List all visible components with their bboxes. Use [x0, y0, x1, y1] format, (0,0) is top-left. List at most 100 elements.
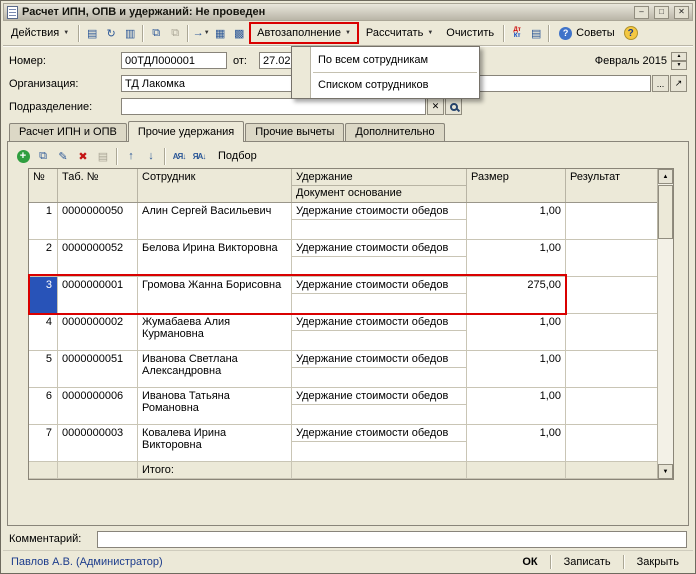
number-input[interactable] — [121, 52, 227, 69]
organization-choose-button[interactable]: ... — [652, 75, 669, 92]
cell-deduction[interactable]: Удержание стоимости обедов — [292, 277, 467, 313]
scroll-down-icon[interactable]: ▼ — [658, 464, 673, 479]
grid-icon[interactable]: ▦ — [211, 25, 229, 42]
calculate-button[interactable]: Рассчитать ▼ — [360, 24, 439, 42]
tab-other-allowances[interactable]: Прочие вычеты — [245, 123, 344, 141]
organization-open-button[interactable]: ↗ — [670, 75, 687, 92]
cell-size[interactable]: 1,00 — [467, 351, 566, 387]
cell-result[interactable] — [566, 277, 657, 313]
deduction-value[interactable]: Удержание стоимости обедов — [292, 240, 466, 257]
deduction-value[interactable]: Удержание стоимости обедов — [292, 351, 466, 368]
tab-ipn-opv[interactable]: Расчет ИПН и ОПВ — [9, 123, 127, 141]
cell-num[interactable]: 4 — [29, 314, 58, 350]
table-row[interactable]: 1 0000000050 Алин Сергей Васильевич Удер… — [29, 203, 673, 240]
save-button[interactable]: Записать — [554, 554, 621, 570]
close-button[interactable]: ✕ — [674, 6, 689, 19]
cell-size[interactable]: 1,00 — [467, 314, 566, 350]
cell-tab-number[interactable]: 0000000003 — [58, 425, 138, 461]
scrollbar-thumb[interactable] — [658, 185, 673, 239]
table-row[interactable]: 2 0000000052 Белова Ирина Викторовна Уде… — [29, 240, 673, 277]
autofill-button[interactable]: Автозаполнение ▼ — [251, 24, 357, 42]
deduction-value[interactable]: Удержание стоимости обедов — [292, 277, 466, 294]
sort-ascending-icon[interactable]: АЯ↓ — [170, 148, 188, 165]
clear-button[interactable]: Очистить — [440, 24, 500, 42]
table-row-selected[interactable]: 3 0000000001 Громова Жанна Борисовна Уде… — [29, 277, 673, 314]
cell-result[interactable] — [566, 203, 657, 239]
cell-num[interactable]: 5 — [29, 351, 58, 387]
cell-size[interactable]: 1,00 — [467, 240, 566, 276]
cell-tab-number[interactable]: 0000000002 — [58, 314, 138, 350]
header-result[interactable]: Результат — [566, 169, 657, 202]
cell-employee[interactable]: Белова Ирина Викторовна — [138, 240, 292, 276]
cell-employee[interactable]: Громова Жанна Борисовна — [138, 277, 292, 313]
header-deduction-top[interactable]: Удержание — [292, 169, 466, 186]
cell-deduction[interactable]: Удержание стоимости обедов — [292, 425, 467, 461]
document-base-value[interactable] — [292, 331, 466, 350]
cell-size[interactable]: 1,00 — [467, 203, 566, 239]
cell-result[interactable] — [566, 351, 657, 387]
cell-num[interactable]: 3 — [29, 277, 58, 313]
edit-row-icon[interactable]: ✎ — [54, 148, 72, 165]
cell-result[interactable] — [566, 240, 657, 276]
cell-deduction[interactable]: Удержание стоимости обедов — [292, 240, 467, 276]
spin-down-icon[interactable]: ▼ — [671, 61, 687, 70]
department-clear-button[interactable]: ✕ — [427, 98, 444, 115]
pick-button[interactable]: Подбор — [210, 147, 265, 165]
table-row[interactable]: 4 0000000002 Жумабаева Алия Курмановна У… — [29, 314, 673, 351]
table-row[interactable]: 5 0000000051 Иванова Светлана Александро… — [29, 351, 673, 388]
header-employee[interactable]: Сотрудник — [138, 169, 292, 202]
maximize-button[interactable]: □ — [654, 6, 669, 19]
cell-size[interactable]: 275,00 — [467, 277, 566, 313]
vertical-scrollbar[interactable]: ▲ ▼ — [657, 169, 673, 479]
minimize-button[interactable]: – — [634, 6, 649, 19]
table-row[interactable]: 6 0000000006 Иванова Татьяна Романовна У… — [29, 388, 673, 425]
cell-result[interactable] — [566, 314, 657, 350]
cell-num[interactable]: 6 — [29, 388, 58, 424]
document-base-value[interactable] — [292, 405, 466, 424]
scroll-up-icon[interactable]: ▲ — [658, 169, 673, 184]
deduction-value[interactable]: Удержание стоимости обедов — [292, 425, 466, 442]
actions-button[interactable]: Действия ▼ — [5, 24, 75, 42]
cell-tab-number[interactable]: 0000000051 — [58, 351, 138, 387]
cell-tab-number[interactable]: 0000000006 — [58, 388, 138, 424]
cell-result[interactable] — [566, 425, 657, 461]
reread-icon[interactable]: ▥ — [121, 25, 139, 42]
cell-result[interactable] — [566, 388, 657, 424]
refresh-icon[interactable]: ↻ — [102, 25, 120, 42]
header-deduction[interactable]: Удержание Документ основание — [292, 169, 467, 202]
copy-icon[interactable]: ⧉ — [147, 25, 165, 42]
go-icon[interactable]: →▼ — [192, 25, 210, 42]
open-list-icon[interactable]: ▤ — [83, 25, 101, 42]
sort-descending-icon[interactable]: ЯА↓ — [190, 148, 208, 165]
cell-employee[interactable]: Ковалева Ирина Викторовна — [138, 425, 292, 461]
cell-num[interactable]: 2 — [29, 240, 58, 276]
spin-up-icon[interactable]: ▲ — [671, 52, 687, 61]
header-tab-number[interactable]: Таб. № — [58, 169, 138, 202]
menu-item-all-employees[interactable]: По всем сотрудникам — [293, 48, 478, 72]
cell-size[interactable]: 1,00 — [467, 388, 566, 424]
document-base-value[interactable] — [292, 220, 466, 239]
cell-tab-number[interactable]: 0000000001 — [58, 277, 138, 313]
document-base-value[interactable] — [292, 368, 466, 387]
journal-icon[interactable]: ▤ — [527, 25, 545, 42]
department-find-button[interactable] — [445, 98, 462, 115]
cell-size[interactable]: 1,00 — [467, 425, 566, 461]
title-bar[interactable]: Расчет ИПН, ОПВ и удержаний: Не проведен… — [3, 3, 693, 21]
department-input[interactable] — [121, 98, 426, 115]
document-base-value[interactable] — [292, 257, 466, 276]
cell-deduction[interactable]: Удержание стоимости обедов — [292, 203, 467, 239]
cell-employee[interactable]: Алин Сергей Васильевич — [138, 203, 292, 239]
dtkt-icon[interactable]: ДтКт — [508, 25, 526, 42]
header-num[interactable]: № — [29, 169, 58, 202]
cell-num[interactable]: 1 — [29, 203, 58, 239]
document-base-value[interactable] — [292, 442, 466, 461]
add-row-icon[interactable]: + — [14, 148, 32, 165]
cell-num[interactable]: 7 — [29, 425, 58, 461]
document-base-value[interactable] — [292, 294, 466, 313]
copy-row-icon[interactable]: ⧉ — [34, 148, 52, 165]
move-up-icon[interactable]: ↑ — [122, 148, 140, 165]
ok-button[interactable]: ОК — [512, 554, 547, 570]
header-document-base[interactable]: Документ основание — [292, 186, 466, 202]
cell-employee[interactable]: Иванова Татьяна Романовна — [138, 388, 292, 424]
grid-settings-icon[interactable]: ▩ — [230, 25, 248, 42]
